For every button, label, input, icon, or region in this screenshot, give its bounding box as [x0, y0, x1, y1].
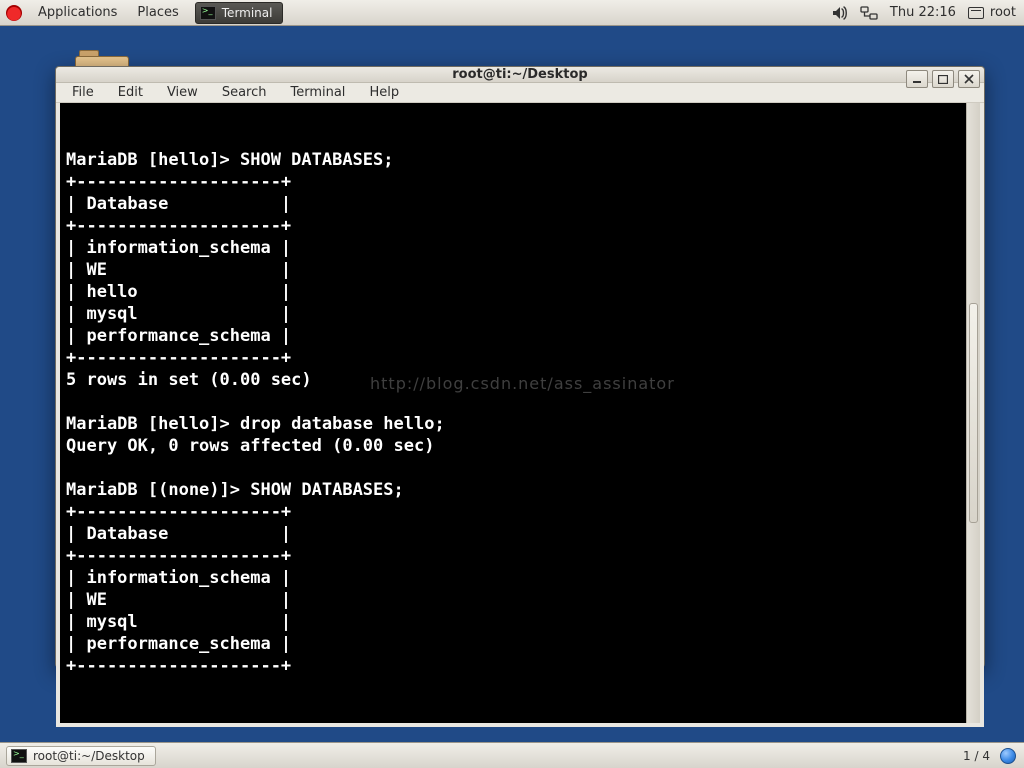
scrollbar-thumb[interactable] [969, 303, 978, 523]
terminal-icon [11, 749, 27, 763]
keyboard-icon [968, 7, 984, 19]
bottom-task-label: root@ti:~/Desktop [33, 749, 145, 763]
terminal-icon [200, 6, 216, 20]
terminal-client-area: MariaDB [hello]> SHOW DATABASES; +------… [56, 103, 984, 727]
volume-icon[interactable] [832, 6, 848, 20]
window-menubar: File Edit View Search Terminal Help [56, 83, 984, 103]
bottom-task-entry[interactable]: root@ti:~/Desktop [6, 746, 156, 766]
close-icon [964, 74, 974, 84]
close-button[interactable] [958, 70, 980, 88]
top-panel-left: Applications Places Terminal [0, 0, 283, 26]
menu-file[interactable]: File [62, 83, 104, 102]
window-titlebar[interactable]: root@ti:~/Desktop [56, 67, 984, 83]
menu-search[interactable]: Search [212, 83, 277, 102]
show-desktop-icon[interactable] [1000, 748, 1016, 764]
terminal-text: MariaDB [hello]> SHOW DATABASES; +------… [66, 149, 960, 677]
minimize-button[interactable] [906, 70, 928, 88]
places-menu[interactable]: Places [127, 0, 188, 26]
minimize-icon [912, 75, 922, 83]
taskbar-entry-terminal[interactable]: Terminal [195, 2, 284, 24]
applications-menu[interactable]: Applications [28, 0, 127, 26]
clock[interactable]: Thu 22:16 [890, 5, 956, 20]
taskbar-entry-label: Terminal [222, 6, 273, 20]
top-panel-right: Thu 22:16 root [832, 5, 1024, 20]
maximize-icon [938, 75, 948, 84]
maximize-button[interactable] [932, 70, 954, 88]
workspace-area: 1 / 4 [963, 748, 1024, 764]
menu-help[interactable]: Help [359, 83, 409, 102]
window-title: root@ti:~/Desktop [56, 67, 984, 82]
terminal-scrollbar[interactable] [966, 103, 980, 723]
bottom-panel: root@ti:~/Desktop 1 / 4 [0, 742, 1024, 768]
window-buttons [906, 70, 980, 88]
menu-edit[interactable]: Edit [108, 83, 153, 102]
user-label: root [990, 5, 1016, 20]
menu-terminal[interactable]: Terminal [280, 83, 355, 102]
top-panel: Applications Places Terminal Thu 22:16 r… [0, 0, 1024, 26]
workspace-indicator[interactable]: 1 / 4 [963, 749, 990, 763]
menu-view[interactable]: View [157, 83, 208, 102]
distro-logo-icon [6, 5, 22, 21]
user-menu[interactable]: root [968, 5, 1016, 20]
terminal-window: root@ti:~/Desktop File Edit View Search … [55, 66, 985, 668]
terminal-output[interactable]: MariaDB [hello]> SHOW DATABASES; +------… [60, 103, 966, 723]
network-icon[interactable] [860, 6, 878, 20]
